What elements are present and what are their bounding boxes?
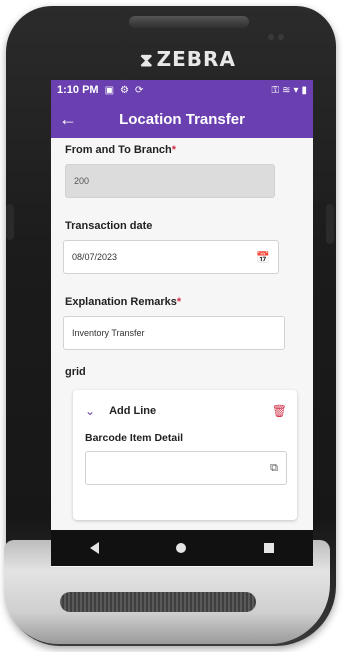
branch-value: 200 — [74, 176, 90, 186]
back-nav-icon[interactable] — [89, 542, 99, 554]
left-scan-button[interactable] — [6, 204, 14, 240]
vibrate-icon: ≋ — [282, 84, 291, 96]
home-nav-icon[interactable] — [176, 543, 187, 553]
branch-label: From and To Branch* — [65, 144, 177, 156]
barcode-label: Barcode Item Detail — [85, 432, 184, 444]
remarks-value: Inventory Transfer — [72, 328, 145, 338]
sync-icon: ⟳ — [135, 84, 144, 96]
trash-icon[interactable]: 🗑 — [272, 404, 287, 418]
transaction-date-field[interactable]: 08/07/2023 📅 — [63, 240, 279, 274]
remarks-field[interactable]: Inventory Transfer — [63, 316, 285, 350]
line-card-header[interactable]: ⌄ Add Line 🗑 — [85, 404, 287, 418]
bottom-speaker-grille — [60, 592, 256, 612]
camera-sensor — [268, 34, 274, 40]
top-speaker — [129, 16, 249, 28]
recent-apps-icon[interactable] — [264, 543, 275, 553]
barcode-input[interactable]: ⧉ — [85, 451, 287, 485]
image-icon: ▣ — [104, 84, 115, 96]
grid-label: grid — [65, 366, 86, 378]
proximity-sensor — [278, 34, 284, 40]
arrow-left-icon[interactable]: ← — [59, 109, 81, 130]
form-content: From and To Branch* 200 Transaction date… — [51, 138, 313, 520]
date-label: Transaction date — [65, 220, 153, 232]
add-line-title: Add Line — [109, 405, 157, 417]
chevron-down-icon[interactable]: ⌄ — [85, 404, 95, 418]
page-title: Location Transfer — [119, 110, 245, 128]
right-scan-button[interactable] — [326, 204, 334, 244]
remarks-label: Explanation Remarks* — [65, 296, 182, 308]
calendar-icon[interactable]: 📅 — [256, 251, 270, 264]
status-time: 1:10 PM — [57, 84, 99, 96]
barcode-scan-icon[interactable]: ⧉ — [270, 462, 278, 475]
branch-field[interactable]: 200 — [65, 164, 275, 198]
brand-logo: ⧗ ZEBRA — [140, 47, 236, 71]
zebra-logo-icon: ⧗ — [140, 50, 154, 71]
gear-icon: ⚙ — [120, 84, 129, 96]
app-bar: ← Location Transfer — [51, 100, 313, 138]
battery-icon: ▮ — [301, 84, 307, 96]
line-card: ⌄ Add Line 🗑 Barcode Item Detail ⧉ — [73, 390, 297, 520]
key-icon: ⚿ — [271, 84, 280, 96]
navigation-bar — [51, 530, 313, 566]
date-value: 08/07/2023 — [72, 252, 118, 262]
device-screen: 1:10 PM ▣ ⚙ ⟳ ⚿ ≋ ▾ ▮ ← Location Transfe… — [51, 80, 313, 567]
wifi-icon: ▾ — [293, 84, 299, 96]
status-bar: 1:10 PM ▣ ⚙ ⟳ ⚿ ≋ ▾ ▮ — [51, 80, 313, 100]
